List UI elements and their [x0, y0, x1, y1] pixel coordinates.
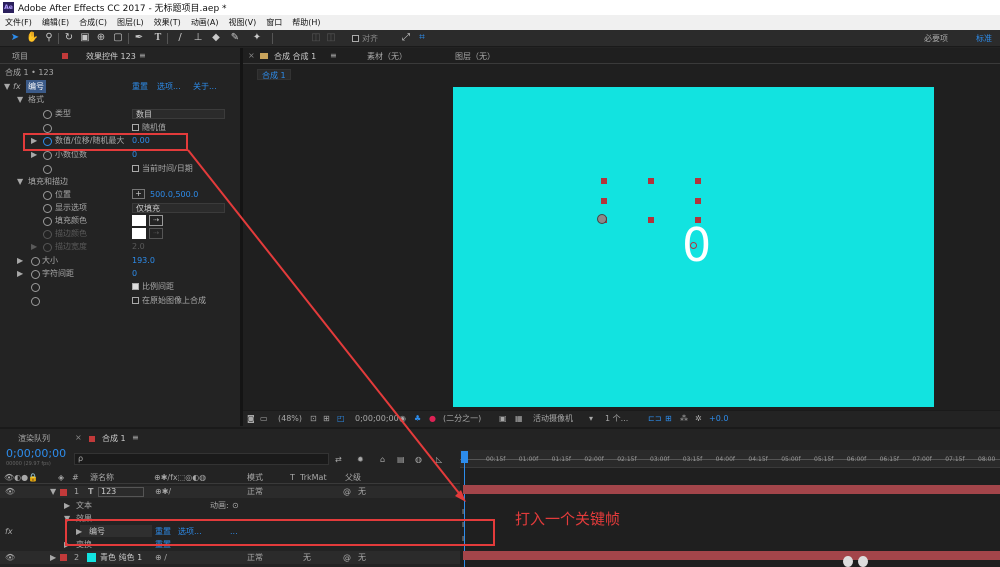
annotation-arrow	[187, 149, 466, 502]
annotation-text: 打入一个关键帧	[515, 510, 621, 528]
